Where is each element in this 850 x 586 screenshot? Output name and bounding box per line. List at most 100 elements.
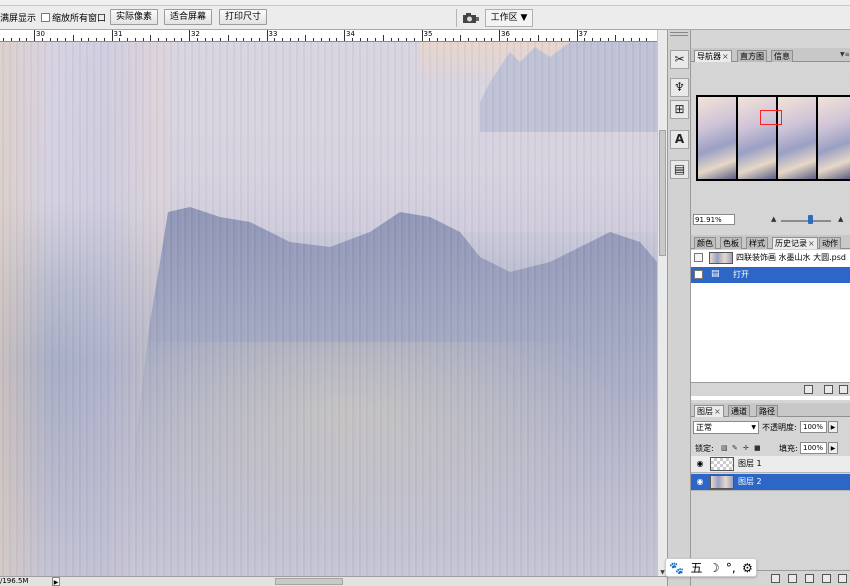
- ruler-tick: [165, 38, 167, 41]
- zoom-slider-handle[interactable]: [808, 215, 813, 224]
- ruler-tick: [344, 30, 345, 41]
- close-icon[interactable]: ×: [722, 52, 729, 61]
- dock-grip[interactable]: [670, 32, 688, 36]
- lock-position-icon[interactable]: ✛: [743, 444, 751, 452]
- tab-paths[interactable]: 路径: [756, 405, 778, 417]
- brush-presets-icon[interactable]: ⊞: [670, 100, 689, 119]
- layer-row[interactable]: ◉ 图层 1: [691, 456, 850, 473]
- ruler-tick: [382, 35, 384, 41]
- lock-all-icon[interactable]: ■: [754, 444, 762, 452]
- zoom-slider[interactable]: [781, 220, 831, 222]
- opacity-input[interactable]: 100%: [800, 421, 827, 433]
- ruler-tick: [646, 38, 648, 41]
- tab-channels[interactable]: 通道: [728, 405, 750, 417]
- eye-icon[interactable]: ◉: [694, 459, 706, 469]
- fill-input[interactable]: 100%: [800, 442, 827, 454]
- ruler-tick: [142, 38, 144, 41]
- ruler-tick: [266, 30, 268, 41]
- ruler-tick: [553, 38, 555, 41]
- ruler-label: 35: [423, 30, 433, 38]
- tab-history[interactable]: 历史记录×: [772, 237, 818, 249]
- new-layer-icon[interactable]: [822, 574, 831, 583]
- workspace-menu[interactable]: 工作区 ▼: [485, 9, 533, 27]
- layer-row[interactable]: ◉ 图层 2: [691, 474, 850, 491]
- thumbnail-panel: [778, 97, 816, 179]
- options-separator: [456, 9, 457, 27]
- ruler-tick: [460, 35, 462, 41]
- zoom-in-icon[interactable]: ▲: [838, 215, 843, 223]
- ime-mode-label[interactable]: 五: [690, 559, 702, 576]
- trash-icon[interactable]: [839, 385, 848, 394]
- ruler-label: 30: [36, 30, 45, 38]
- workspace-label: 工作区: [490, 13, 518, 23]
- ruler-tick: [367, 38, 369, 41]
- actual-pixels-button[interactable]: 实际像素: [110, 9, 158, 25]
- camera-snapshot-icon[interactable]: [824, 385, 833, 394]
- snapshot-brush-icon[interactable]: [694, 253, 703, 262]
- punctuation-icon[interactable]: °,: [726, 561, 736, 575]
- lock-transparent-icon[interactable]: ▧: [721, 444, 729, 452]
- notes-icon[interactable]: ▤: [670, 160, 689, 179]
- ruler-tick: [630, 38, 632, 41]
- ruler-tick: [119, 38, 121, 41]
- fit-screen-button[interactable]: 适合屏幕: [164, 9, 212, 25]
- gear-icon[interactable]: ⚙: [742, 561, 753, 575]
- chevron-down-icon: ▼: [520, 13, 528, 23]
- close-icon[interactable]: ×: [808, 239, 815, 248]
- ruler-tick: [235, 38, 237, 41]
- adjustment-layer-icon[interactable]: [788, 574, 797, 583]
- moon-icon[interactable]: ☽: [709, 561, 720, 575]
- panel-menu-icon[interactable]: ▼≡: [840, 51, 850, 58]
- opacity-arrow-icon[interactable]: ▶: [828, 421, 838, 433]
- lock-image-icon[interactable]: ✎: [732, 444, 740, 452]
- camera-icon[interactable]: [462, 12, 480, 24]
- new-document-from-state-icon[interactable]: [804, 385, 813, 394]
- ruler-tick: [475, 38, 477, 41]
- tab-histogram[interactable]: 直方图: [737, 50, 767, 62]
- canvas-vertical-scrollbar[interactable]: ▼: [657, 30, 667, 576]
- ruler-tick: [638, 38, 640, 41]
- navigator-thumbnail[interactable]: [696, 95, 850, 181]
- navigator-view-box[interactable]: [760, 110, 782, 125]
- history-source-icon[interactable]: [694, 270, 703, 279]
- tab-color[interactable]: 颜色: [694, 237, 716, 249]
- checkbox-box[interactable]: [41, 13, 50, 22]
- ruler-label: 33: [268, 30, 278, 38]
- print-size-button[interactable]: 打印尺寸: [219, 9, 267, 25]
- scrollbar-thumb[interactable]: [659, 130, 666, 256]
- character-icon[interactable]: A: [670, 130, 689, 149]
- zoom-input[interactable]: 91.91%: [693, 214, 735, 225]
- history-snapshot[interactable]: 四联装饰画 水墨山水 大圆.psd: [691, 250, 850, 266]
- ruler-tick: [421, 30, 423, 41]
- tab-styles[interactable]: 样式: [746, 237, 768, 249]
- tab-info[interactable]: 信息: [771, 50, 793, 62]
- new-group-icon[interactable]: [805, 574, 814, 583]
- ruler-tick: [57, 38, 59, 41]
- ruler-tick: [313, 38, 314, 41]
- eye-icon[interactable]: ◉: [694, 477, 706, 487]
- zoom-out-icon[interactable]: ▲: [771, 215, 776, 223]
- ruler-tick: [274, 38, 276, 41]
- history-state[interactable]: ▤ 打开: [691, 267, 850, 283]
- tools-icon[interactable]: ✂: [670, 50, 689, 69]
- tab-actions[interactable]: 动作: [819, 237, 841, 249]
- tab-navigator[interactable]: 导航器×: [694, 50, 732, 62]
- ruler-tick: [103, 38, 105, 41]
- ruler-tick: [72, 35, 74, 41]
- zoom-all-windows-checkbox[interactable]: 缩放所有窗口: [41, 11, 106, 24]
- trash-icon[interactable]: [838, 574, 847, 583]
- add-mask-icon[interactable]: [771, 574, 780, 583]
- blend-mode-select[interactable]: 正常 ▼: [693, 421, 759, 434]
- close-icon[interactable]: ×: [714, 407, 721, 416]
- horizontal-scrollbar-thumb[interactable]: [275, 578, 343, 585]
- ruler-tick: [134, 38, 136, 41]
- tab-layers[interactable]: 图层×: [694, 405, 724, 417]
- ime-logo-icon[interactable]: 🐾: [669, 561, 684, 575]
- tab-swatches[interactable]: 色板: [720, 237, 742, 249]
- clone-source-icon[interactable]: ♆: [670, 78, 689, 97]
- document-canvas[interactable]: [0, 42, 657, 576]
- fill-arrow-icon[interactable]: ▶: [828, 442, 838, 454]
- navigator-tab-bar: 导航器× 直方图 信息 ▼≡: [691, 48, 850, 62]
- status-menu-arrow-icon[interactable]: ▶: [52, 577, 60, 586]
- navigator-zoom-row: 91.91% ▲ ▲: [691, 213, 850, 227]
